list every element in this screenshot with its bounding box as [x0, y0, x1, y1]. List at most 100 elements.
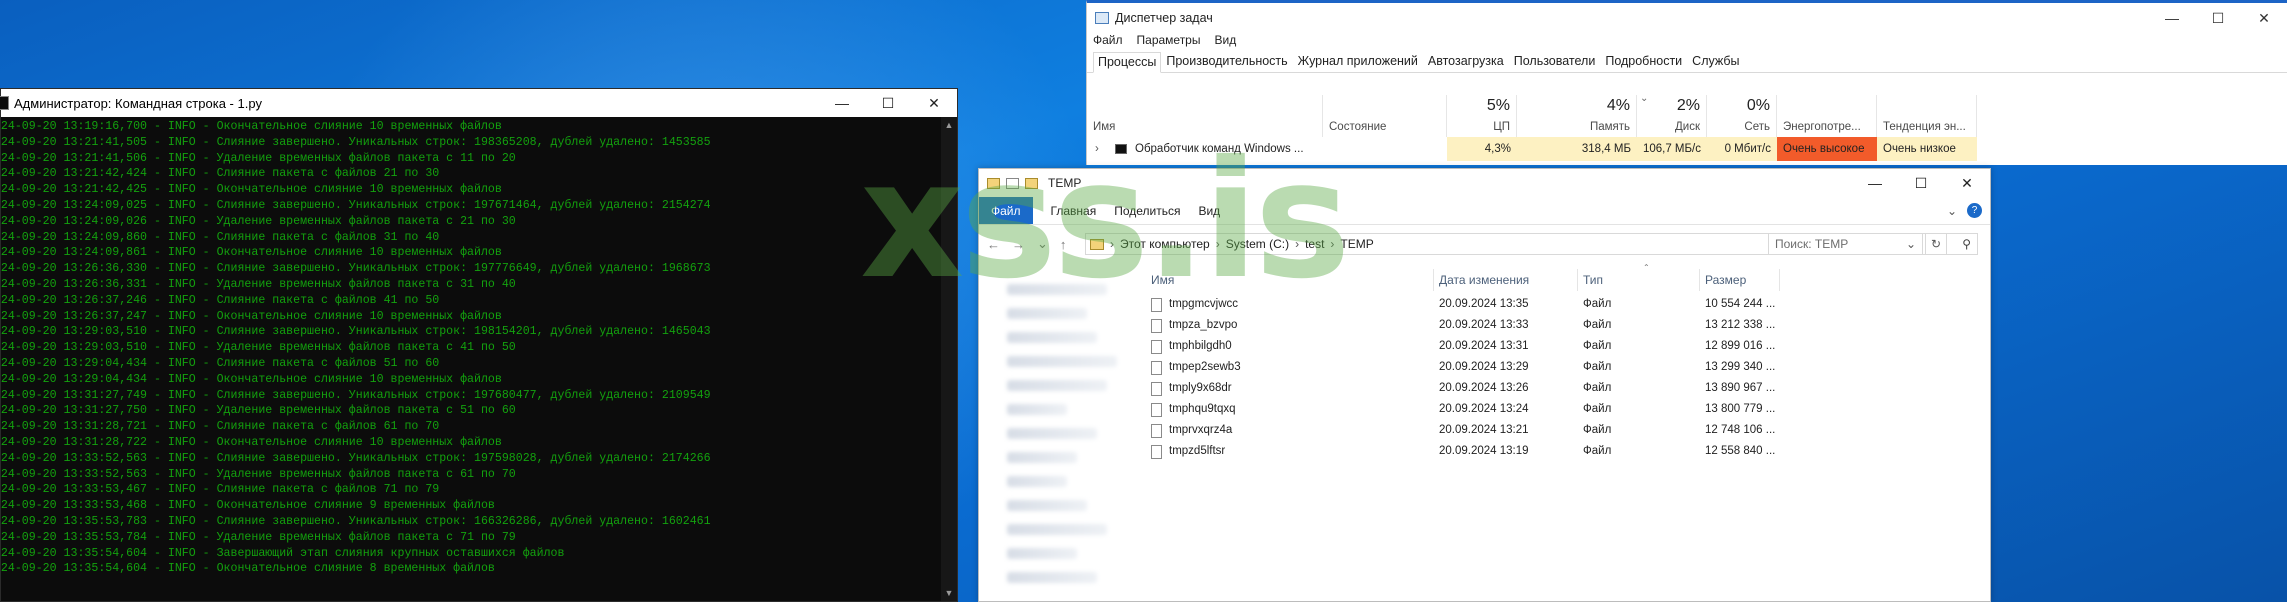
tab-startup[interactable]: Автозагрузка: [1423, 51, 1509, 72]
console-line: 2024-09-20 13:21:41,505 - INFO - Слияние…: [1, 135, 711, 149]
nav-item[interactable]: [1007, 404, 1067, 415]
tab-file[interactable]: Файл: [979, 197, 1033, 224]
col-memory[interactable]: 4% Память: [1517, 95, 1637, 137]
col-disk[interactable]: ⌄ 2% Диск: [1637, 93, 1707, 137]
col-network[interactable]: 0% Сеть: [1707, 95, 1777, 137]
task-manager-window[interactable]: Диспетчер задач — ☐ ✕ Файл Параметры Вид…: [1086, 0, 2287, 165]
file-row[interactable]: tmpgmcvjwcc 20.09.2024 13:35 Файл 10 554 24…: [1147, 295, 1990, 316]
nav-item[interactable]: [1007, 332, 1097, 343]
col-power[interactable]: Энергопотре...: [1777, 95, 1877, 137]
file-row[interactable]: tmphqu9tqxq 20.09.2024 13:24 Файл 13 800 77…: [1147, 400, 1990, 421]
nav-item[interactable]: [1007, 284, 1107, 295]
console-line: 2024-09-20 13:24:09,026 - INFO - Удалени…: [1, 214, 516, 228]
console-line: 2024-09-20 13:29:04,434 - INFO - Слияние…: [1, 356, 440, 370]
file-row[interactable]: tmply9x68dr 20.09.2024 13:26 Файл 13 890 96…: [1147, 379, 1990, 400]
file-row[interactable]: tmphbilgdh0 20.09.2024 13:31 Файл 12 899 01…: [1147, 337, 1990, 358]
console-output[interactable]: 2024-09-20 13:19:16,700 - INFO - Окончат…: [1, 117, 941, 601]
nav-item[interactable]: [1007, 500, 1087, 511]
file-icon: [1151, 403, 1162, 417]
tab-share[interactable]: Поделиться: [1114, 204, 1180, 218]
tab-performance[interactable]: Производительность: [1161, 51, 1292, 72]
col-name-label: Имя: [1093, 121, 1116, 133]
col-power-trend[interactable]: Тенденция эн...: [1877, 95, 1977, 137]
sort-ascending-icon: ⌃: [1643, 263, 1650, 272]
maximize-button[interactable]: ☐: [865, 89, 911, 117]
expand-ribbon-icon[interactable]: ⌄: [1947, 204, 1957, 218]
tab-app-history[interactable]: Журнал приложений: [1293, 51, 1423, 72]
tab-processes[interactable]: Процессы: [1093, 52, 1162, 73]
nav-item[interactable]: [1007, 548, 1077, 559]
col-type[interactable]: Тип: [1583, 273, 1603, 287]
nav-item[interactable]: [1007, 476, 1067, 487]
nav-item[interactable]: [1007, 380, 1107, 391]
nav-item[interactable]: [1007, 308, 1087, 319]
minimize-button[interactable]: —: [1852, 169, 1898, 197]
col-size[interactable]: Размер: [1705, 273, 1746, 287]
cmd-scrollbar[interactable]: ▲ ▼: [941, 117, 957, 601]
help-icon[interactable]: ?: [1967, 203, 1982, 218]
console-line: 2024-09-20 13:33:53,468 - INFO - Окончат…: [1, 499, 495, 513]
minimize-button[interactable]: —: [2149, 3, 2195, 33]
file-explorer-window[interactable]: TEMP — ☐ ✕ Файл Главная Поделиться Вид ⌄…: [978, 168, 1991, 602]
tab-details[interactable]: Подробности: [1600, 51, 1687, 72]
scroll-down-icon[interactable]: ▼: [941, 585, 957, 601]
taskmgr-title: Диспетчер задач: [1115, 11, 1213, 25]
cmd-process-icon: [1115, 144, 1127, 154]
col-name[interactable]: Имя: [1087, 95, 1323, 137]
nav-item[interactable]: [1007, 428, 1097, 439]
col-name[interactable]: Имя: [1151, 273, 1174, 287]
col-modified[interactable]: Дата изменения: [1439, 273, 1529, 287]
menu-file[interactable]: Файл: [1093, 33, 1123, 51]
breadcrumb-system-c[interactable]: System (C:): [1226, 237, 1289, 251]
console-line: 2024-09-20 13:29:03,510 - INFO - Слияние…: [1, 325, 711, 339]
maximize-button[interactable]: ☐: [1898, 169, 1944, 197]
tab-home[interactable]: Главная: [1051, 204, 1097, 218]
console-line: 2024-09-20 13:21:42,424 - INFO - Слияние…: [1, 167, 440, 181]
breadcrumb-temp[interactable]: TEMP: [1340, 237, 1373, 251]
file-icon: [1151, 298, 1162, 312]
new-folder-icon[interactable]: [1025, 177, 1038, 189]
recent-locations-icon[interactable]: ⌄: [1037, 236, 1048, 252]
expand-chevron-icon[interactable]: ›: [1095, 137, 1099, 161]
process-row[interactable]: › Обработчик команд Windows ... 4,3% 318…: [1087, 137, 2287, 161]
cmd-titlebar[interactable]: Администратор: Командная строка - 1.py —…: [0, 89, 957, 117]
forward-icon[interactable]: →: [1012, 237, 1025, 252]
file-type: Файл: [1583, 382, 1612, 394]
nav-item[interactable]: [1007, 524, 1107, 535]
tab-services[interactable]: Службы: [1687, 51, 1744, 72]
file-size: 13 299 340 ...: [1705, 361, 1776, 373]
file-row[interactable]: tmpza_bzvpo 20.09.2024 13:33 Файл 13 212 33…: [1147, 316, 1990, 337]
col-status[interactable]: Состояние: [1323, 95, 1447, 137]
file-row[interactable]: tmpzd5lftsr 20.09.2024 13:19 Файл 12 558 84…: [1147, 442, 1990, 463]
console-line: 2024-09-20 13:21:42,425 - INFO - Окончат…: [1, 183, 502, 197]
nav-item[interactable]: [1007, 572, 1097, 583]
breadcrumb-this-pc[interactable]: Этот компьютер: [1120, 237, 1210, 251]
col-cpu[interactable]: 5% ЦП: [1447, 95, 1517, 137]
menu-view[interactable]: Вид: [1214, 33, 1236, 51]
taskmgr-titlebar[interactable]: Диспетчер задач — ☐ ✕: [1087, 3, 2287, 33]
file-row[interactable]: tmprvxqrz4a 20.09.2024 13:21 Файл 12 748 10…: [1147, 421, 1990, 442]
nav-item[interactable]: [1007, 452, 1077, 463]
back-icon[interactable]: ←: [987, 237, 1000, 252]
nav-item[interactable]: [1007, 356, 1117, 367]
close-button[interactable]: ✕: [2241, 3, 2287, 33]
close-button[interactable]: ✕: [1944, 169, 1990, 197]
navigation-pane[interactable]: [979, 263, 1147, 601]
properties-icon[interactable]: [1006, 177, 1019, 189]
console-line: 2024-09-20 13:35:54,604 - INFO - Заверша…: [1, 546, 565, 560]
maximize-button[interactable]: ☐: [2195, 3, 2241, 33]
minimize-button[interactable]: —: [819, 89, 865, 117]
file-row[interactable]: tmpep2sewb3 20.09.2024 13:29 Файл 13 299 34…: [1147, 358, 1990, 379]
command-prompt-window[interactable]: Администратор: Командная строка - 1.py —…: [0, 88, 958, 602]
search-input[interactable]: Поиск: TEMP ⚲: [1768, 233, 1978, 255]
col-power-trend-label: Тенденция эн...: [1883, 121, 1966, 133]
menu-options[interactable]: Параметры: [1137, 33, 1201, 51]
up-icon[interactable]: ↑: [1060, 237, 1067, 252]
breadcrumb-test[interactable]: test: [1305, 237, 1324, 251]
explorer-titlebar[interactable]: TEMP — ☐ ✕: [979, 169, 1990, 197]
tab-view[interactable]: Вид: [1198, 204, 1220, 218]
tab-users[interactable]: Пользователи: [1509, 51, 1601, 72]
scroll-up-icon[interactable]: ▲: [941, 117, 957, 133]
close-button[interactable]: ✕: [911, 89, 957, 117]
file-name: tmpgmcvjwcc: [1169, 298, 1239, 310]
